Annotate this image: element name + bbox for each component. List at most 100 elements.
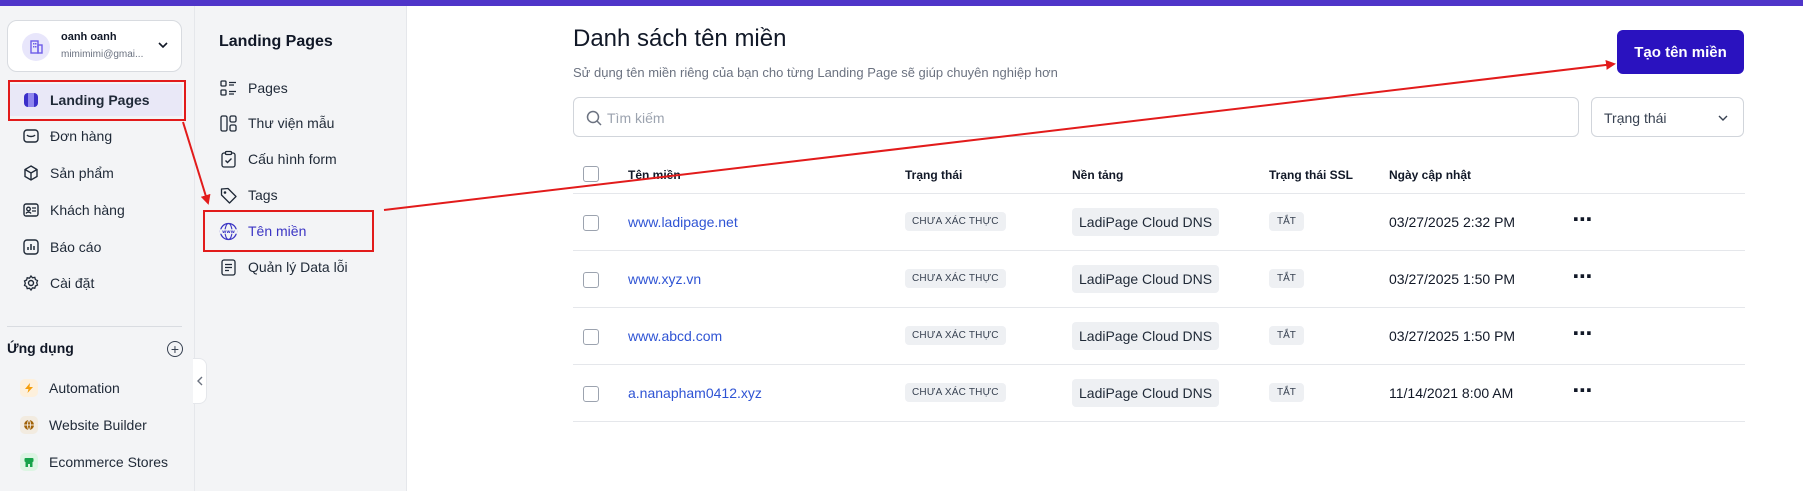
sidebar-item-settings[interactable]: Cài đặt: [10, 267, 182, 299]
domain-link[interactable]: www.ladipage.net: [628, 214, 738, 230]
ssl-badge: TẮT: [1269, 212, 1304, 231]
lightning-icon: [20, 379, 38, 397]
updated-date: 03/27/2025 1:50 PM: [1389, 271, 1516, 287]
row-checkbox[interactable]: [583, 272, 599, 288]
table-row: a.nanapham0412.xyz CHƯA XÁC THỰC LadiPag…: [573, 365, 1745, 422]
status-filter-value: Trạng thái: [1604, 110, 1667, 126]
domain-link[interactable]: www.xyz.vn: [628, 271, 701, 287]
account-name: oanh oanh: [61, 31, 117, 43]
sidebar-item-orders[interactable]: Đơn hàng: [10, 120, 182, 152]
status-badge: CHƯA XÁC THỰC: [905, 212, 1006, 231]
status-filter-select[interactable]: Trạng thái: [1591, 97, 1744, 137]
column-header-ssl[interactable]: Trạng thái SSL: [1269, 168, 1353, 182]
bar-chart-icon: [22, 238, 40, 256]
apps-section-title: Ứng dụng: [7, 340, 74, 356]
domain-link[interactable]: a.nanapham0412.xyz: [628, 385, 762, 401]
column-header-domain[interactable]: Tên miền: [628, 168, 681, 182]
sidebar-item-label: Đơn hàng: [50, 128, 113, 144]
subnav-item-label: Tags: [248, 187, 278, 203]
table-row: www.xyz.vn CHƯA XÁC THỰC LadiPage Cloud …: [573, 251, 1745, 308]
row-checkbox[interactable]: [583, 329, 599, 345]
search-icon: [586, 110, 602, 126]
template-icon: [219, 114, 238, 133]
tag-icon: [219, 186, 238, 205]
ssl-badge: TẮT: [1269, 326, 1304, 345]
app-item-website-builder[interactable]: Website Builder: [20, 413, 147, 437]
status-badge: CHƯA XÁC THỰC: [905, 269, 1006, 288]
platform-badge: LadiPage Cloud DNS: [1072, 265, 1220, 293]
table-row: www.abcd.com CHƯA XÁC THỰC LadiPage Clou…: [573, 308, 1745, 365]
gear-icon: [22, 274, 40, 292]
app-item-automation[interactable]: Automation: [20, 376, 120, 400]
store-icon: [20, 453, 38, 471]
updated-date: 03/27/2025 2:32 PM: [1389, 214, 1516, 230]
search-input[interactable]: [607, 106, 1507, 130]
more-actions-icon[interactable]: ⋯: [1570, 205, 1596, 233]
select-all-checkbox[interactable]: [583, 166, 599, 182]
subnav-item-form-config[interactable]: Cấu hình form: [219, 146, 337, 172]
subnav-item-tags[interactable]: Tags: [219, 182, 278, 208]
main-content: Danh sách tên miền Sử dụng tên miền riên…: [408, 6, 1803, 491]
sidebar-item-label: Khách hàng: [50, 202, 125, 218]
status-badge: CHƯA XÁC THỰC: [905, 383, 1006, 402]
platform-badge: LadiPage Cloud DNS: [1072, 379, 1220, 407]
subnav-item-label: Thư viện mẫu: [248, 115, 335, 131]
page-title: Danh sách tên miền: [573, 25, 787, 52]
more-actions-icon[interactable]: ⋯: [1570, 262, 1596, 290]
row-checkbox[interactable]: [583, 215, 599, 231]
subnav-item-pages[interactable]: Pages: [219, 75, 288, 101]
main-sidebar: oanh oanh mimimimi@gmai... Landing Pages…: [0, 6, 195, 491]
more-actions-icon[interactable]: ⋯: [1570, 376, 1596, 404]
app-item-label: Website Builder: [49, 417, 147, 433]
box-icon: [22, 164, 40, 182]
platform-badge: LadiPage Cloud DNS: [1072, 208, 1220, 236]
table-row: www.ladipage.net CHƯA XÁC THỰC LadiPage …: [573, 194, 1745, 251]
updated-date: 03/27/2025 1:50 PM: [1389, 328, 1516, 344]
more-actions-icon[interactable]: ⋯: [1570, 319, 1596, 347]
sidebar-divider: [7, 326, 182, 327]
search-box: [573, 97, 1579, 137]
create-domain-button[interactable]: Tạo tên miền: [1617, 30, 1744, 74]
account-switcher[interactable]: oanh oanh mimimimi@gmai...: [7, 20, 182, 72]
chevron-left-icon: [196, 376, 202, 386]
clipboard-icon: [219, 150, 238, 169]
subnav-item-label: Quản lý Data lỗi: [248, 259, 348, 275]
sidebar-item-label: Báo cáo: [50, 239, 102, 255]
annotation-box-domains: [203, 210, 374, 252]
annotation-box-landing-pages: [8, 80, 186, 121]
column-header-status[interactable]: Trạng thái: [905, 168, 962, 182]
sidebar-item-reports[interactable]: Báo cáo: [10, 231, 182, 263]
column-header-updated[interactable]: Ngày cập nhật: [1389, 168, 1471, 182]
orders-icon: [22, 127, 40, 145]
subnav-title: Landing Pages: [219, 33, 333, 50]
updated-date: 11/14/2021 8:00 AM: [1389, 385, 1514, 401]
subnav-item-label: Cấu hình form: [248, 151, 337, 167]
add-app-icon[interactable]: +: [167, 341, 183, 357]
sidebar-item-customers[interactable]: Khách hàng: [10, 194, 182, 226]
chevron-down-icon: [1718, 115, 1728, 121]
app-item-ecommerce-stores[interactable]: Ecommerce Stores: [20, 450, 168, 474]
sidebar-item-label: Sản phẩm: [50, 165, 114, 181]
subnav-item-error-data[interactable]: Quản lý Data lỗi: [219, 254, 348, 280]
list-icon: [219, 79, 238, 98]
column-header-platform[interactable]: Nền tảng: [1072, 168, 1123, 182]
app-item-label: Ecommerce Stores: [49, 454, 169, 470]
building-icon: [22, 33, 50, 61]
table-header: Tên miền Trạng thái Nền tảng Trạng thái …: [573, 152, 1745, 194]
sidebar-item-label: Cài đặt: [50, 275, 95, 291]
ssl-badge: TẮT: [1269, 383, 1304, 402]
globe-icon: [20, 416, 38, 434]
collapse-sidebar-handle[interactable]: [193, 358, 207, 404]
platform-badge: LadiPage Cloud DNS: [1072, 322, 1220, 350]
subnav-item-template-library[interactable]: Thư viện mẫu: [219, 110, 334, 136]
ssl-badge: TẮT: [1269, 269, 1304, 288]
domain-link[interactable]: www.abcd.com: [628, 328, 722, 344]
page-subtitle: Sử dụng tên miền riêng của bạn cho từng …: [573, 65, 1058, 80]
contact-card-icon: [22, 201, 40, 219]
row-checkbox[interactable]: [583, 386, 599, 402]
account-email: mimimimi@gmai...: [61, 49, 144, 60]
subnav-item-label: Pages: [248, 80, 288, 96]
sidebar-item-products[interactable]: Sản phẩm: [10, 157, 182, 189]
chevron-down-icon: [158, 42, 168, 49]
document-icon: [219, 258, 238, 277]
